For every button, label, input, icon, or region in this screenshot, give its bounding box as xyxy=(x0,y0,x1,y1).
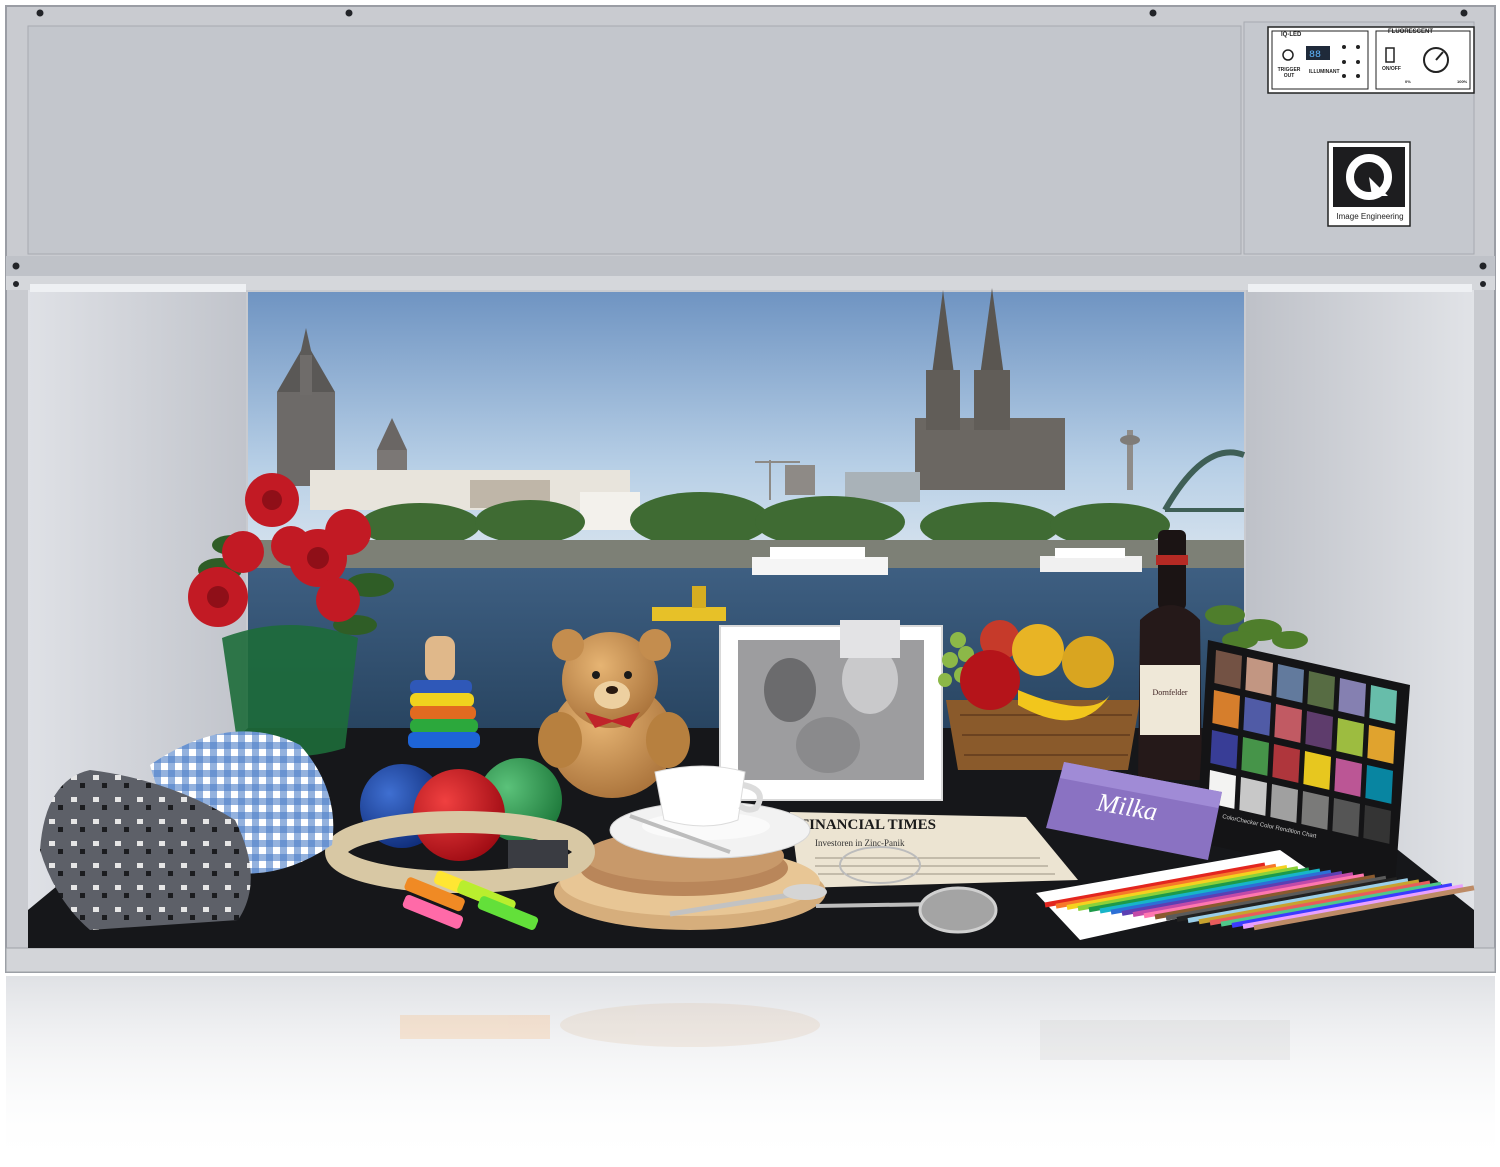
fluorescent-label: FLUORESCENT xyxy=(1388,29,1433,35)
color-checker-patch xyxy=(1363,805,1391,844)
color-checker-patch xyxy=(1245,657,1273,696)
color-checker-patch xyxy=(1212,690,1240,729)
newspaper-headline: Investoren in Zinc-Panik xyxy=(815,838,905,848)
scene: 88 Dornfelder ColorChecker Color Renditi… xyxy=(5,5,1496,1166)
wine-label-text: Dornfelder xyxy=(1152,688,1187,697)
white-ship-left xyxy=(752,557,888,575)
color-checker-patch xyxy=(1365,765,1393,804)
color-checker-patch xyxy=(1214,650,1242,689)
color-checker-patch xyxy=(1301,791,1329,830)
brand-name: Image Engineering xyxy=(1336,212,1404,221)
white-ship-right xyxy=(1040,556,1142,572)
color-checker-patch xyxy=(1239,777,1267,816)
color-checker-patch xyxy=(1270,784,1298,823)
dial-min-label: 0% xyxy=(1405,79,1411,84)
floor-reflection xyxy=(6,976,1495,1166)
color-checker-patch xyxy=(1303,751,1331,790)
color-checker-patch xyxy=(1274,704,1302,743)
color-checker-patch xyxy=(1243,697,1271,736)
color-checker-patch xyxy=(1305,711,1333,750)
illuminant-label: ILLUMINANT xyxy=(1309,69,1340,75)
color-checker-patch xyxy=(1210,730,1238,769)
color-checker-patch xyxy=(1336,718,1364,757)
dial-max-label: 100% xyxy=(1457,79,1468,84)
color-checker-patch xyxy=(1272,744,1300,783)
color-checker-patch xyxy=(1338,678,1366,717)
svg-text:88: 88 xyxy=(1309,50,1321,61)
yellow-ferry xyxy=(652,607,726,621)
color-checker-patch xyxy=(1241,737,1269,776)
color-checker-patch xyxy=(1276,664,1304,703)
newspaper-title: FINANCIAL TIMES xyxy=(800,817,936,833)
color-checker-patch xyxy=(1334,758,1362,797)
photo-frame xyxy=(719,620,943,801)
onoff-label: ON/OFF xyxy=(1382,66,1401,72)
color-checker-patch xyxy=(1307,671,1335,710)
ioled-label: IQ-LED xyxy=(1281,32,1302,38)
trigger-out-label: TRIGGER OUT xyxy=(1277,67,1301,79)
color-checker-patch xyxy=(1367,725,1395,764)
color-checker-patch xyxy=(1369,685,1397,724)
color-checker-patch xyxy=(1332,798,1360,837)
